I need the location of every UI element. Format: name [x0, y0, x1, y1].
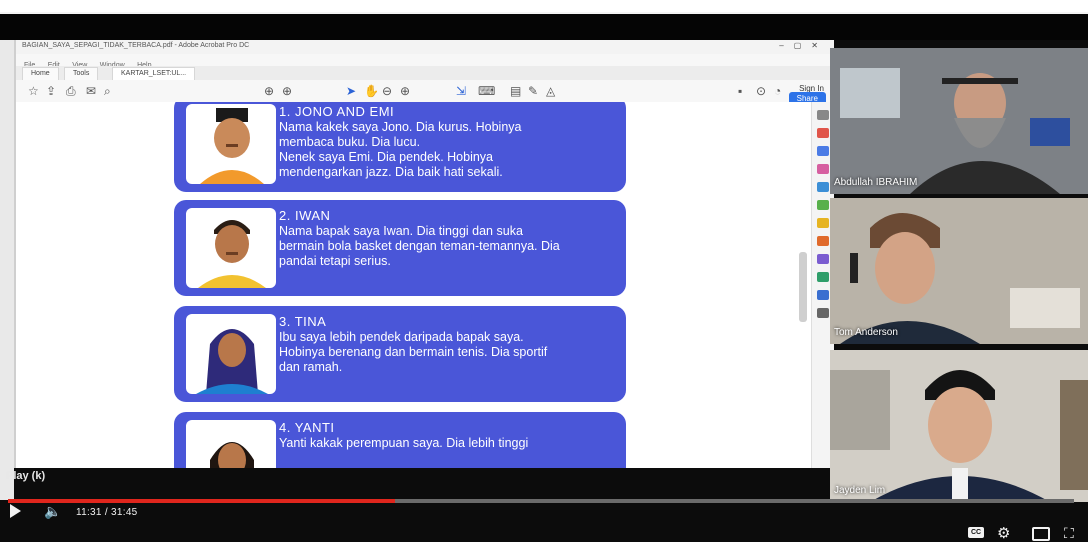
card-line: mendengarkan jazz. Dia baik hati sekali.	[279, 165, 503, 179]
progress-fill	[8, 499, 395, 503]
card-title: 2. IWAN	[279, 208, 331, 223]
zoom-out-icon[interactable]: ⊖	[382, 84, 392, 98]
gear-icon[interactable]: ⚙	[997, 524, 1010, 542]
photo-frame-top	[0, 0, 1088, 40]
card-title: 1. JONO AND EMI	[279, 104, 395, 119]
captions-icon[interactable]: CC	[968, 527, 984, 538]
card-tina: 3. TINA Ibu saya lebih pendek daripada b…	[174, 306, 626, 402]
participant-video	[830, 198, 1088, 344]
search-tool-icon[interactable]	[817, 110, 829, 120]
participant-tile-1[interactable]: Abdullah IBRAHIM	[830, 48, 1088, 194]
card-line: bermain bola basket dengan teman-temanny…	[279, 239, 560, 253]
miniplayer-icon[interactable]	[1032, 527, 1050, 541]
compress-icon[interactable]	[817, 272, 829, 282]
zoom-in-icon[interactable]: ⊕	[400, 84, 410, 98]
screen-share-pdf-viewer: BAGIAN_SAYA_SEPAGI_TIDAK_TERBACA.pdf - A…	[14, 40, 834, 468]
card-text: Nama bapak saya Iwan. Dia tinggi dan suk…	[279, 224, 619, 269]
window-titlebar: BAGIAN_SAYA_SEPAGI_TIDAK_TERBACA.pdf - A…	[16, 40, 834, 55]
participant-name: Jayden Lim	[834, 485, 886, 496]
card-line: dan ramah.	[279, 360, 343, 374]
card-text: Ibu saya lebih pendek daripada bapak say…	[279, 330, 619, 375]
fit-page-icon[interactable]: ⇲	[456, 84, 466, 98]
card-line: Ibu saya lebih pendek daripada bapak say…	[279, 330, 524, 344]
window-controls[interactable]: –▢✕	[779, 41, 828, 50]
play-icon[interactable]	[10, 504, 21, 518]
page-down-icon[interactable]: ⊕	[282, 84, 292, 98]
organize-icon[interactable]	[817, 218, 829, 228]
fullscreen-icon[interactable]: ⛶	[1064, 525, 1074, 542]
menu-bar: File Edit View Window Help	[16, 54, 834, 69]
play-tooltip: Play (k)	[6, 470, 46, 482]
participant-name: Abdullah IBRAHIM	[834, 177, 918, 188]
chat-icon[interactable]: ▪	[738, 84, 742, 98]
card-title: 3. TINA	[279, 314, 327, 329]
sister-illustration	[186, 420, 276, 468]
redact-icon[interactable]	[817, 236, 829, 246]
page-up-icon[interactable]: ⊕	[264, 84, 274, 98]
card-line: Hobinya berenang dan bermain tenis. Dia …	[279, 345, 548, 359]
mother-illustration	[186, 314, 276, 394]
window-title: BAGIAN_SAYA_SEPAGI_TIDAK_TERBACA.pdf - A…	[22, 42, 250, 49]
progress-bar[interactable]	[8, 499, 1074, 503]
participant-tile-2[interactable]: Tom Anderson	[830, 198, 1088, 344]
card-line: Nama bapak saya Iwan. Dia tinggi dan suk…	[279, 224, 523, 238]
card-text: Nama kakek saya Jono. Dia kurus. Hobinya…	[279, 120, 619, 180]
export-pdf-icon[interactable]	[817, 128, 829, 138]
mail-icon[interactable]: ✉	[86, 84, 96, 98]
card-line: Nenek saya Emi. Dia pendek. Hobinya	[279, 150, 494, 164]
card-iwan: 2. IWAN Nama bapak saya Iwan. Dia tinggi…	[174, 200, 626, 296]
more-tools-icon[interactable]	[817, 308, 829, 318]
tab-bar: Home Tools KARTAR_LSET:UL...	[16, 66, 834, 81]
participant-video	[830, 350, 1088, 502]
card-title: 4. YANTI	[279, 420, 335, 435]
create-pdf-icon[interactable]	[817, 146, 829, 156]
grandfather-illustration	[186, 104, 276, 184]
document-scrollbar[interactable]	[799, 252, 807, 322]
volume-icon[interactable]: 🔈	[44, 503, 61, 520]
time-display: 11:31 / 31:45	[76, 507, 138, 518]
participant-tile-3[interactable]: Jayden Lim	[830, 350, 1088, 502]
star-icon[interactable]: ☆	[28, 84, 39, 98]
search-icon[interactable]: ⌕	[104, 84, 111, 98]
tab-document[interactable]: KARTAR_LSET:UL...	[112, 67, 196, 80]
hand-icon[interactable]: ✋	[364, 84, 379, 98]
card-line: membaca buku. Dia lucu.	[279, 135, 421, 149]
card-text: Yanti kakak perempuan saya. Dia lebih ti…	[279, 436, 619, 451]
combine-icon[interactable]	[817, 200, 829, 210]
sign-icon[interactable]: ◬	[546, 84, 555, 98]
photo-frame-left	[0, 40, 14, 500]
participant-name: Tom Anderson	[834, 327, 898, 338]
pen-icon[interactable]: ✎	[528, 84, 538, 98]
card-jono-emi: 1. JONO AND EMI Nama kakek saya Jono. Di…	[174, 102, 626, 192]
card-line: pandai tetapi serius.	[279, 254, 391, 268]
document-page: 1. JONO AND EMI Nama kakek saya Jono. Di…	[16, 102, 811, 468]
comment-tool-icon[interactable]	[817, 182, 829, 192]
card-line: Nama kakek saya Jono. Dia kurus. Hobinya	[279, 120, 522, 134]
protect-icon[interactable]	[817, 254, 829, 264]
comment-icon[interactable]: ▤	[510, 84, 521, 98]
cursor-icon[interactable]: ➤	[346, 84, 356, 98]
fill-sign-icon[interactable]	[817, 290, 829, 300]
upload-icon[interactable]: ⇪	[46, 84, 56, 98]
bell-icon[interactable]: ◔	[774, 84, 781, 98]
father-illustration	[186, 208, 276, 288]
tab-tools[interactable]: Tools	[64, 67, 99, 80]
edit-pdf-icon[interactable]	[817, 164, 829, 174]
participant-video	[830, 48, 1088, 194]
print-icon[interactable]: ⎙	[66, 84, 76, 98]
toolbar: ☆ ⇪ ⎙ ✉ ⌕ ⊕ ⊕ ➤ ✋ ⊖ ⊕ ⇲ ⌨ ▤ ✎ ◬ ▪ ⊙ ◔	[16, 80, 834, 103]
keyboard-icon[interactable]: ⌨	[478, 84, 495, 98]
card-yanti: 4. YANTI Yanti kakak perempuan saya. Dia…	[174, 412, 626, 468]
tab-home[interactable]: Home	[22, 67, 59, 80]
help-icon[interactable]: ⊙	[756, 84, 766, 98]
card-line: Yanti kakak perempuan saya. Dia lebih ti…	[279, 436, 529, 450]
